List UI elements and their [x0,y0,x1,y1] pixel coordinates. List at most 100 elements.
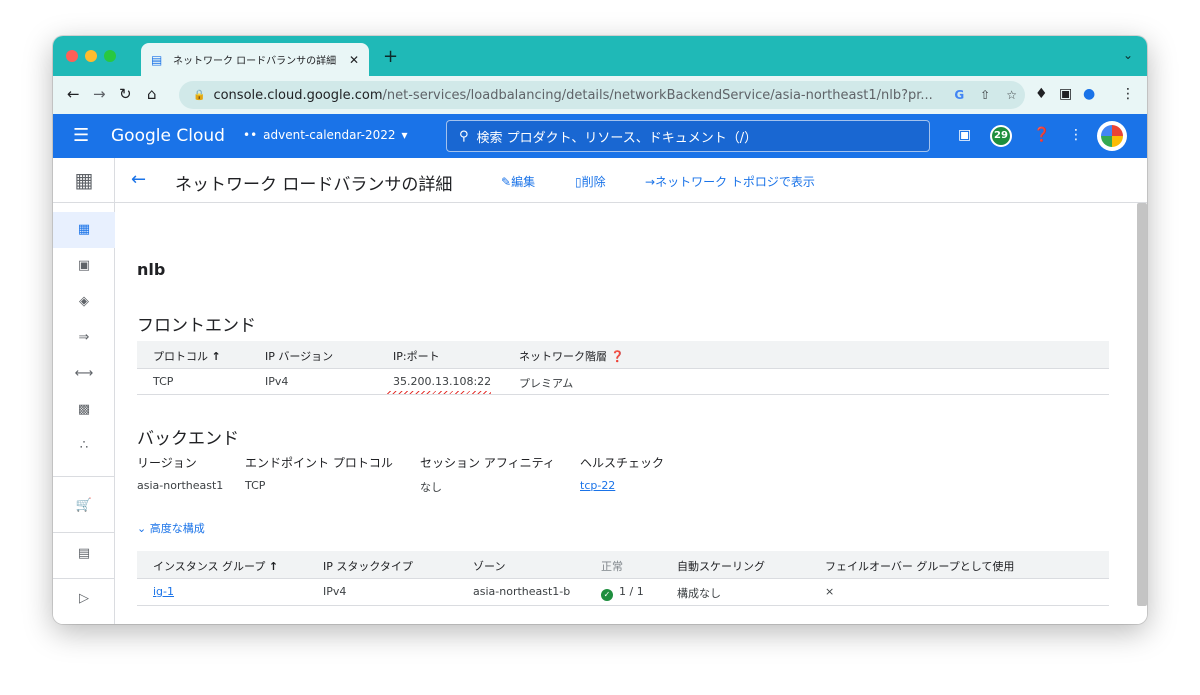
tab-search-chevron-icon[interactable]: ⌄ [1123,48,1133,62]
rail-divider [53,476,115,477]
side-panel-icon[interactable]: ▣ [1059,86,1072,102]
network-favicon-icon: ▤ [151,52,163,67]
check-circle-icon: ✓ [601,589,613,601]
left-nav-rail: ▦ ▦ ▣ ◈ ⇒ ⟷ ▩ ∴ 🛒 ▤ ▷ [53,158,115,624]
network-services-icon[interactable]: ▦ [53,158,115,203]
page-title: ネットワーク ロードバランサの詳細 [175,175,453,195]
vertical-scrollbar[interactable] [1137,203,1147,606]
frontend-section-title: フロントエンド [137,316,256,336]
tab-close-icon[interactable]: ✕ [349,53,359,67]
sort-up-arrow-icon: ↑ [268,560,279,573]
share-icon[interactable]: ⇧ [980,88,990,102]
traffic-director-icon[interactable]: ⟷ [53,356,115,392]
col-autoscaling: 自動スケーリング [677,560,765,573]
label-endpoint-protocol: エンドポイント プロトコル [245,456,393,470]
load-balancer-name: nlb [137,260,166,279]
release-notes-icon[interactable]: ▤ [53,536,115,572]
browser-window: ▤ ネットワーク ロードバランサの詳細 ✕ + ⌄ ← → ↻ ⌂ 🔒 cons… [53,36,1147,624]
page-header: ← ネットワーク ロードバランサの詳細 ✎編集 ▯削除 →ネットワーク トポロジ… [115,158,1147,203]
cell-ip-port: 35.200.13.108:22 [393,375,492,388]
col-ip-stack-type: IP スタックタイプ [323,560,413,573]
col-ip-port: IP:ポート [393,350,440,363]
col-ip-version: IP バージョン [265,350,334,363]
marketplace-icon[interactable]: 🛒 [53,488,115,524]
help-icon[interactable]: ❓ [611,350,625,363]
new-tab-button[interactable]: + [383,46,398,67]
row-divider [137,394,1109,395]
cell-healthy: ✓ 1 / 1 [601,585,644,601]
label-session-affinity: セッション アフィニティ [420,456,555,470]
back-arrow-icon[interactable]: ← [131,169,146,190]
minimize-window-button[interactable] [85,50,97,62]
advanced-config-toggle[interactable]: ⌄ 高度な構成 [137,520,205,536]
search-placeholder: 検索 プロダクト、リソース、ドキュメント（/） [476,130,758,146]
extensions-puzzle-icon[interactable]: ♦ [1035,86,1048,102]
frontend-table-header: プロトコル ↑ IP バージョン IP:ポート ネットワーク階層 ❓ [137,341,1109,368]
cloud-nat-icon[interactable]: ⇒ [53,320,115,356]
rail-divider [53,532,115,533]
url-text: console.cloud.google.com/net-services/lo… [213,88,946,103]
bookmark-star-icon[interactable]: ☆ [1006,88,1017,102]
maximize-window-button[interactable] [104,50,116,62]
arrow-right-icon: → [645,175,656,189]
advanced-config-label: 高度な構成 [149,522,205,535]
value-session-affinity: なし [420,481,442,494]
project-selector[interactable]: •• advent-calendar-2022 ▾ [243,128,408,142]
expand-rail-icon[interactable]: ▷ [53,581,115,617]
sort-up-arrow-icon: ↑ [211,350,221,363]
profile-icon[interactable]: ● [1083,86,1095,102]
col-network-tier: ネットワーク階層 ❓ [519,348,624,364]
cloud-dns-icon[interactable]: ▣ [53,248,115,284]
value-region: asia-northeast1 [137,479,224,492]
address-bar-row: ← → ↻ ⌂ 🔒 console.cloud.google.com/net-s… [53,76,1147,114]
col-protocol[interactable]: プロトコル ↑ [153,348,221,364]
topology-label: ネットワーク トポロジで表示 [655,175,815,189]
cell-autoscaling: 構成なし [677,587,721,600]
search-input[interactable]: ⚲ 検索 プロダクト、リソース、ドキュメント（/） [446,120,930,152]
search-icon: ⚲ [459,128,469,144]
url-field[interactable]: 🔒 console.cloud.google.com/net-services/… [179,81,1025,109]
hamburger-menu-icon[interactable]: ☰ [73,125,89,146]
col-network-tier-label: ネットワーク階層 [519,350,607,363]
browser-menu-icon[interactable]: ⋮ [1121,86,1135,102]
rail-divider [53,578,115,579]
cloud-ids-icon[interactable]: ∴ [53,428,115,464]
tab-title: ネットワーク ロードバランサの詳細 [173,56,337,67]
row-divider [137,605,1109,606]
project-name: advent-calendar-2022 [263,128,396,142]
cdn-icon[interactable]: ◈ [53,284,115,320]
back-arrow-icon[interactable]: ← [67,85,80,103]
col-instance-group[interactable]: インスタンス グループ ↑ [153,558,278,574]
label-health-check: ヘルスチェック [580,456,665,470]
account-avatar[interactable] [1097,121,1127,151]
settings-menu-icon[interactable]: ⋮ [1069,127,1083,143]
home-icon[interactable]: ⌂ [147,85,157,103]
lock-icon: 🔒 [193,89,206,101]
help-icon[interactable]: ❓ [1033,127,1050,143]
edit-button[interactable]: ✎編集 [501,173,535,190]
value-endpoint-protocol: TCP [245,479,266,492]
backend-section-title: バックエンド [137,429,239,449]
topology-button[interactable]: →ネットワーク トポロジで表示 [645,173,815,190]
load-balancing-icon[interactable]: ▦ [53,212,115,248]
health-check-link[interactable]: tcp-22 [580,479,615,492]
forward-arrow-icon[interactable]: → [93,85,106,103]
pencil-icon: ✎ [501,175,512,189]
instance-group-table-header: インスタンス グループ ↑ IP スタックタイプ ゾーン 正常 自動スケーリング… [137,551,1109,578]
notifications-badge[interactable]: 29 [990,125,1012,147]
service-directory-icon[interactable]: ▩ [53,392,115,428]
google-translate-icon[interactable]: G [954,88,964,102]
cloud-shell-icon[interactable]: ▣ [958,127,971,143]
google-cloud-logo[interactable]: Google Cloud [111,126,225,146]
healthy-count: 1 / 1 [619,585,644,598]
instance-group-link[interactable]: ig-1 [153,585,174,598]
url-host: console.cloud.google.com [213,87,383,103]
col-instance-group-label: インスタンス グループ [153,560,266,573]
col-protocol-label: プロトコル [153,350,208,363]
browser-tab[interactable]: ▤ ネットワーク ロードバランサの詳細 ✕ [141,43,369,76]
cell-protocol: TCP [153,375,174,388]
close-window-button[interactable] [66,50,78,62]
reload-icon[interactable]: ↻ [119,85,132,103]
delete-button[interactable]: ▯削除 [575,173,606,190]
tab-strip: ▤ ネットワーク ロードバランサの詳細 ✕ + ⌄ [53,36,1147,76]
